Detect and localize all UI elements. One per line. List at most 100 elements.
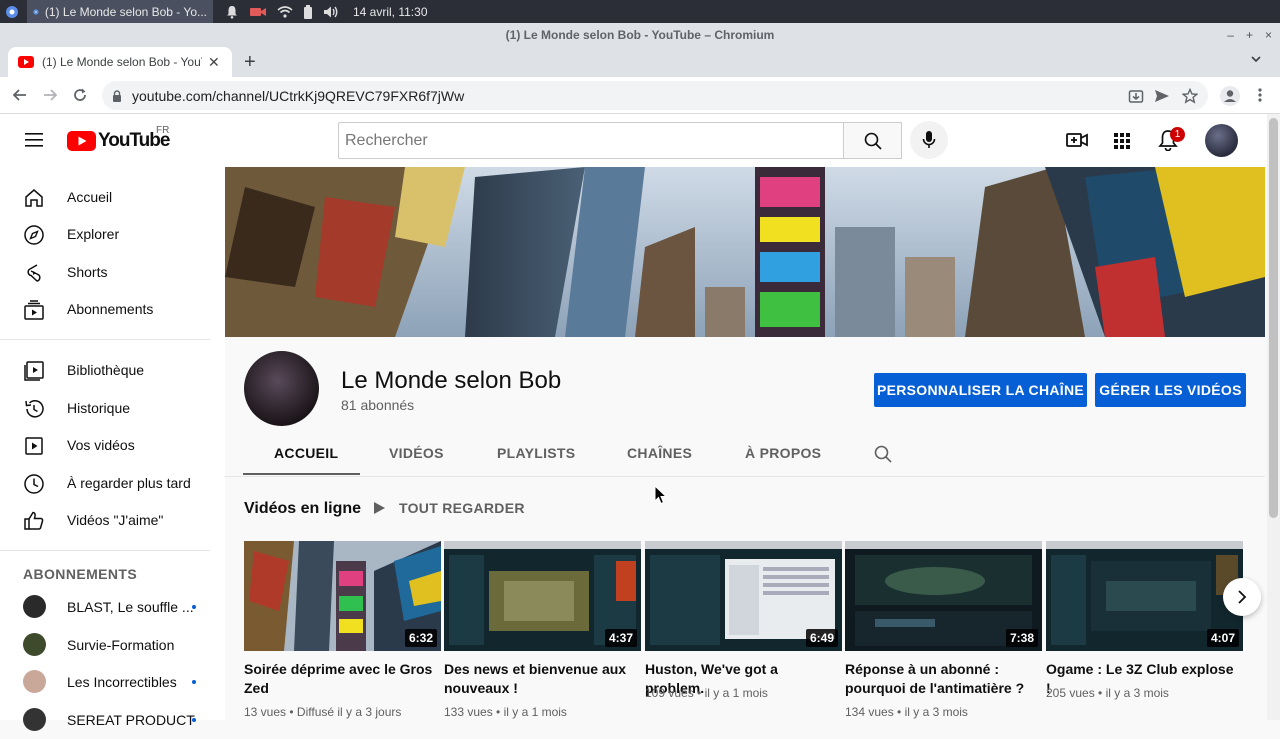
video-thumbnail[interactable]: 6:49 (645, 541, 842, 651)
sidebar-item-label: Abonnements (67, 301, 154, 317)
channel-name: Le Monde selon Bob (341, 367, 562, 394)
new-tab-icon[interactable]: + (244, 51, 256, 74)
subscription-item[interactable]: SEREAT PRODUCT (0, 701, 210, 739)
sidebar-item-historique[interactable]: Historique (0, 389, 210, 427)
sidebar-item-liked-videos[interactable]: Vidéos "J'aime" (0, 501, 210, 539)
notification-badge: 1 (1170, 127, 1185, 142)
create-video-icon[interactable] (1066, 130, 1088, 150)
play-all-button[interactable]: TOUT REGARDER (372, 500, 525, 516)
upload-age: il y a 1 mois (503, 705, 567, 719)
browser-menu-icon[interactable] (1257, 87, 1263, 103)
forward-icon[interactable] (42, 87, 58, 103)
send-icon[interactable] (1154, 88, 1170, 104)
sidebar-divider (0, 339, 210, 340)
video-meta: 205 vues • il y a 3 mois (1046, 686, 1169, 700)
section-title: Vidéos en ligne (244, 500, 362, 517)
youtube-favicon-icon (18, 56, 34, 68)
reload-icon[interactable] (72, 87, 88, 103)
tab-search-icon[interactable] (1250, 53, 1262, 65)
channel-search-icon[interactable] (874, 445, 892, 463)
video-thumbnail[interactable]: 7:38 (845, 541, 1042, 651)
tabs-divider (225, 476, 1265, 477)
subscription-item[interactable]: Les Incorrectibles (0, 663, 210, 701)
lock-icon[interactable] (112, 89, 122, 102)
search-input[interactable] (338, 122, 843, 159)
subscription-avatar (23, 595, 46, 618)
hamburger-menu-icon[interactable] (24, 132, 44, 148)
video-title[interactable]: Des news et bienvenue aux nouveaux ! (444, 660, 639, 698)
video-duration: 4:07 (1206, 629, 1239, 647)
tab-playlists[interactable]: PLAYLISTS (497, 445, 575, 461)
video-thumbnail[interactable]: 6:32 (244, 541, 441, 651)
sidebar-item-abonnements[interactable]: Abonnements (0, 290, 210, 328)
customize-channel-button[interactable]: PERSONNALISER LA CHAÎNE (874, 373, 1087, 407)
video-meta: 134 vues • il y a 3 mois (845, 705, 968, 719)
taskbar-task-chromium[interactable]: (1) Le Monde selon Bob - Yo... (27, 0, 213, 23)
browser-tab[interactable]: (1) Le Monde selon Bob - YouTube ✕ (8, 47, 232, 77)
sidebar-item-label: Bibliothèque (67, 362, 145, 378)
window-title: (1) Le Monde selon Bob - YouTube – Chrom… (505, 28, 775, 42)
search-button[interactable] (843, 122, 902, 159)
clock[interactable]: 14 avril, 11:30 (353, 5, 428, 19)
video-title[interactable]: Réponse à un abonné : pourquoi de l'anti… (845, 660, 1040, 698)
battery-icon[interactable] (303, 4, 313, 19)
microphone-icon (922, 131, 936, 148)
subscription-name: Survie-Formation (67, 637, 175, 653)
subscription-name: Les Incorrectibles (67, 674, 177, 690)
bookmark-star-icon[interactable] (1182, 88, 1198, 104)
video-thumbnail[interactable]: 4:07 (1046, 541, 1243, 651)
chevron-right-icon (1238, 590, 1247, 604)
voice-search-button[interactable] (910, 121, 948, 159)
page-scrollbar[interactable] (1267, 114, 1280, 720)
channel-avatar[interactable] (244, 351, 319, 426)
close-tab-icon[interactable]: ✕ (208, 54, 220, 71)
minimize-icon[interactable]: – (1227, 23, 1234, 47)
upload-age: Diffusé il y a 3 jours (296, 705, 402, 719)
install-icon[interactable] (1128, 88, 1144, 104)
sidebar-item-vos-videos[interactable]: Vos vidéos (0, 426, 210, 464)
video-duration: 6:49 (805, 629, 838, 647)
video-title[interactable]: Soirée déprime avec le Gros Zed (244, 660, 439, 698)
subscription-item[interactable]: BLAST, Le souffle ... (0, 588, 210, 626)
upload-age: il y a 3 mois (1105, 686, 1169, 700)
os-taskbar: (1) Le Monde selon Bob - Yo... 14 avril,… (0, 0, 1280, 23)
tab-chaines[interactable]: CHAÎNES (627, 445, 692, 461)
subscription-avatar (23, 633, 46, 656)
bell-icon[interactable] (225, 5, 239, 19)
profile-icon[interactable] (1219, 85, 1241, 107)
sidebar-item-explorer[interactable]: Explorer (0, 215, 210, 253)
wifi-icon[interactable] (277, 5, 293, 19)
scrollbar-thumb[interactable] (1269, 118, 1278, 518)
sidebar-item-accueil[interactable]: Accueil (0, 178, 210, 216)
tab-videos[interactable]: VIDÉOS (389, 445, 444, 461)
volume-icon[interactable] (323, 5, 339, 19)
window-titlebar: (1) Le Monde selon Bob - YouTube – Chrom… (0, 23, 1280, 47)
maximize-icon[interactable]: + (1246, 23, 1253, 47)
url-text[interactable]: youtube.com/channel/UCtrkKj9QREVC79FXR6f… (132, 88, 464, 104)
sidebar-item-label: Vos vidéos (67, 437, 135, 453)
tab-a-propos[interactable]: À PROPOS (745, 445, 821, 461)
sidebar-item-bibliotheque[interactable]: Bibliothèque (0, 351, 210, 389)
close-window-icon[interactable]: × (1265, 23, 1272, 47)
subscription-name: BLAST, Le souffle ... (67, 599, 194, 615)
address-bar[interactable]: youtube.com/channel/UCtrkKj9QREVC79FXR6f… (102, 81, 1208, 110)
play-icon (374, 502, 385, 514)
os-menu-icon[interactable] (5, 5, 19, 19)
sidebar-item-watch-later[interactable]: À regarder plus tard (0, 464, 210, 502)
new-content-dot (192, 680, 196, 684)
subscription-item[interactable]: Survie-Formation (0, 626, 210, 664)
camera-icon[interactable] (249, 5, 267, 19)
sidebar-divider (0, 550, 210, 551)
system-tray (225, 4, 339, 19)
tab-accueil[interactable]: ACCUEIL (274, 445, 338, 461)
sidebar-item-shorts[interactable]: Shorts (0, 253, 210, 291)
apps-grid-icon[interactable] (1114, 133, 1130, 149)
shelf-next-button[interactable] (1223, 578, 1261, 616)
video-thumbnail[interactable]: 4:37 (444, 541, 641, 651)
youtube-logo[interactable]: YouTube (67, 130, 170, 152)
sidebar-item-label: Shorts (67, 264, 108, 280)
manage-videos-button[interactable]: GÉRER LES VIDÉOS (1095, 373, 1246, 407)
upload-age: il y a 1 mois (704, 686, 768, 700)
back-icon[interactable] (12, 87, 28, 103)
account-avatar[interactable] (1205, 124, 1238, 157)
